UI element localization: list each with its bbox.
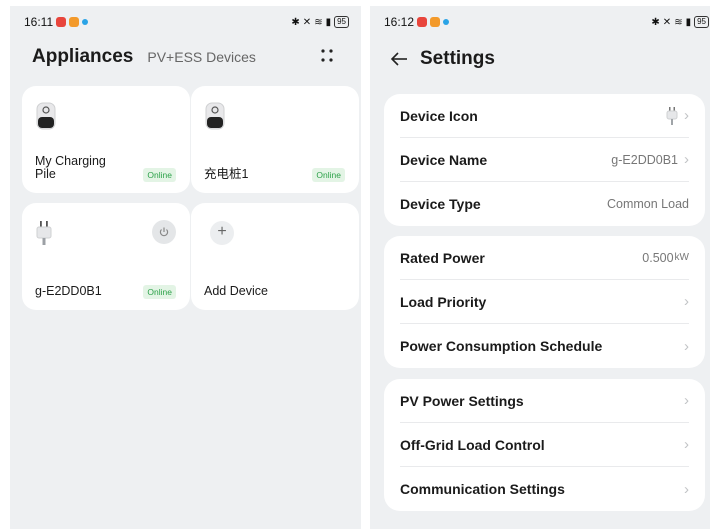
chevron-right-icon: › xyxy=(684,337,689,355)
mute-icon: ✕ xyxy=(662,16,672,28)
settings-screen: 16:12 ✱ ✕ ≋ ▮ 95 Settings Device Icon › … xyxy=(370,6,710,529)
appliances-screen: 16:11 ✱ ✕ ≋ ▮ 95 Appliances PV+ESS Devic… xyxy=(10,6,361,529)
row-value: Common Load xyxy=(607,197,689,211)
settings-row-rated-power[interactable]: Rated Power 0.500 kW xyxy=(400,236,689,280)
page-header: Settings xyxy=(390,48,495,70)
back-arrow-icon[interactable] xyxy=(390,50,408,68)
status-time: 16:12 xyxy=(384,15,415,29)
status-badge: Online xyxy=(143,285,176,299)
mute-icon: ✕ xyxy=(302,16,312,28)
status-bar: 16:11 ✱ ✕ ≋ ▮ 95 xyxy=(24,14,349,30)
battery-icon: 95 xyxy=(334,16,349,28)
notification-dot-icon xyxy=(443,19,450,25)
page-subtitle[interactable]: PV+ESS Devices xyxy=(147,49,256,65)
plug-icon xyxy=(666,106,678,125)
row-label: Device Type xyxy=(400,196,481,212)
settings-row-communication[interactable]: Communication Settings › xyxy=(400,467,689,511)
row-label: Device Name xyxy=(400,151,488,168)
row-label: Power Consumption Schedule xyxy=(400,338,603,354)
notification-icon xyxy=(430,17,441,27)
plug-icon xyxy=(36,221,52,245)
device-name: My Charging Pile xyxy=(35,154,106,181)
settings-row-pv-power[interactable]: PV Power Settings › xyxy=(400,379,689,423)
page-title: Settings xyxy=(420,48,495,69)
settings-row-device-type: Device Type Common Load xyxy=(400,182,689,226)
chevron-right-icon: › xyxy=(684,151,689,168)
bluetooth-icon: ✱ xyxy=(291,16,300,28)
wifi-icon: ≋ xyxy=(314,16,323,28)
advanced-group: PV Power Settings › Off-Grid Load Contro… xyxy=(384,379,705,511)
add-device-card[interactable]: + Add Device xyxy=(191,203,359,310)
status-time: 16:11 xyxy=(24,15,54,29)
plus-icon: + xyxy=(210,221,234,245)
page-header: Appliances PV+ESS Devices xyxy=(32,46,347,74)
power-group: Rated Power 0.500 kW Load Priority › Pow… xyxy=(384,236,705,368)
settings-row-off-grid[interactable]: Off-Grid Load Control › xyxy=(400,423,689,467)
settings-row-load-priority[interactable]: Load Priority › xyxy=(400,280,689,324)
power-toggle-button[interactable] xyxy=(152,220,176,244)
status-badge: Online xyxy=(143,168,176,182)
charger-icon xyxy=(205,102,225,130)
charger-icon xyxy=(36,102,56,130)
page-title: Appliances xyxy=(32,46,134,67)
notification-dot-icon xyxy=(82,19,89,25)
chevron-right-icon: › xyxy=(684,107,689,124)
settings-row-device-icon[interactable]: Device Icon › xyxy=(400,94,689,138)
chevron-right-icon: › xyxy=(684,392,689,409)
add-device-label: Add Device xyxy=(204,284,268,298)
row-label: Device Icon xyxy=(400,107,478,124)
row-unit: kW xyxy=(674,252,689,263)
device-name: 充电桩1 xyxy=(204,167,249,181)
more-icon[interactable] xyxy=(317,46,337,66)
row-value: 0.500 xyxy=(642,250,674,265)
row-label: PV Power Settings xyxy=(400,392,524,409)
device-name: g-E2DD0B1 xyxy=(35,284,102,298)
device-card[interactable]: 充电桩1 Online xyxy=(191,86,359,193)
status-bar: 16:12 ✱ ✕ ≋ ▮ 95 xyxy=(384,14,709,30)
chevron-right-icon: › xyxy=(684,293,689,310)
row-label: Rated Power xyxy=(400,249,485,266)
settings-row-device-name[interactable]: Device Name g-E2DD0B1 › xyxy=(400,138,689,182)
row-label: Off-Grid Load Control xyxy=(400,436,545,453)
notification-icon xyxy=(417,17,428,27)
row-value: g-E2DD0B1 xyxy=(611,152,678,167)
notification-icon xyxy=(56,17,67,27)
chevron-right-icon: › xyxy=(684,436,689,453)
settings-row-schedule[interactable]: Power Consumption Schedule › xyxy=(400,324,689,368)
row-label: Communication Settings xyxy=(400,481,565,497)
power-icon xyxy=(159,227,169,237)
device-card[interactable]: g-E2DD0B1 Online xyxy=(22,203,190,310)
device-card[interactable]: My Charging Pile Online xyxy=(22,86,190,193)
bluetooth-icon: ✱ xyxy=(651,16,660,28)
status-badge: Online xyxy=(312,168,345,182)
chevron-right-icon: › xyxy=(684,480,689,498)
wifi-icon: ≋ xyxy=(674,16,683,28)
row-label: Load Priority xyxy=(400,293,487,310)
device-info-group: Device Icon › Device Name g-E2DD0B1 › De… xyxy=(384,94,705,226)
battery-icon: 95 xyxy=(694,16,709,28)
sim-icon: ▮ xyxy=(325,16,332,28)
sim-icon: ▮ xyxy=(685,16,692,28)
notification-icon xyxy=(69,17,80,27)
